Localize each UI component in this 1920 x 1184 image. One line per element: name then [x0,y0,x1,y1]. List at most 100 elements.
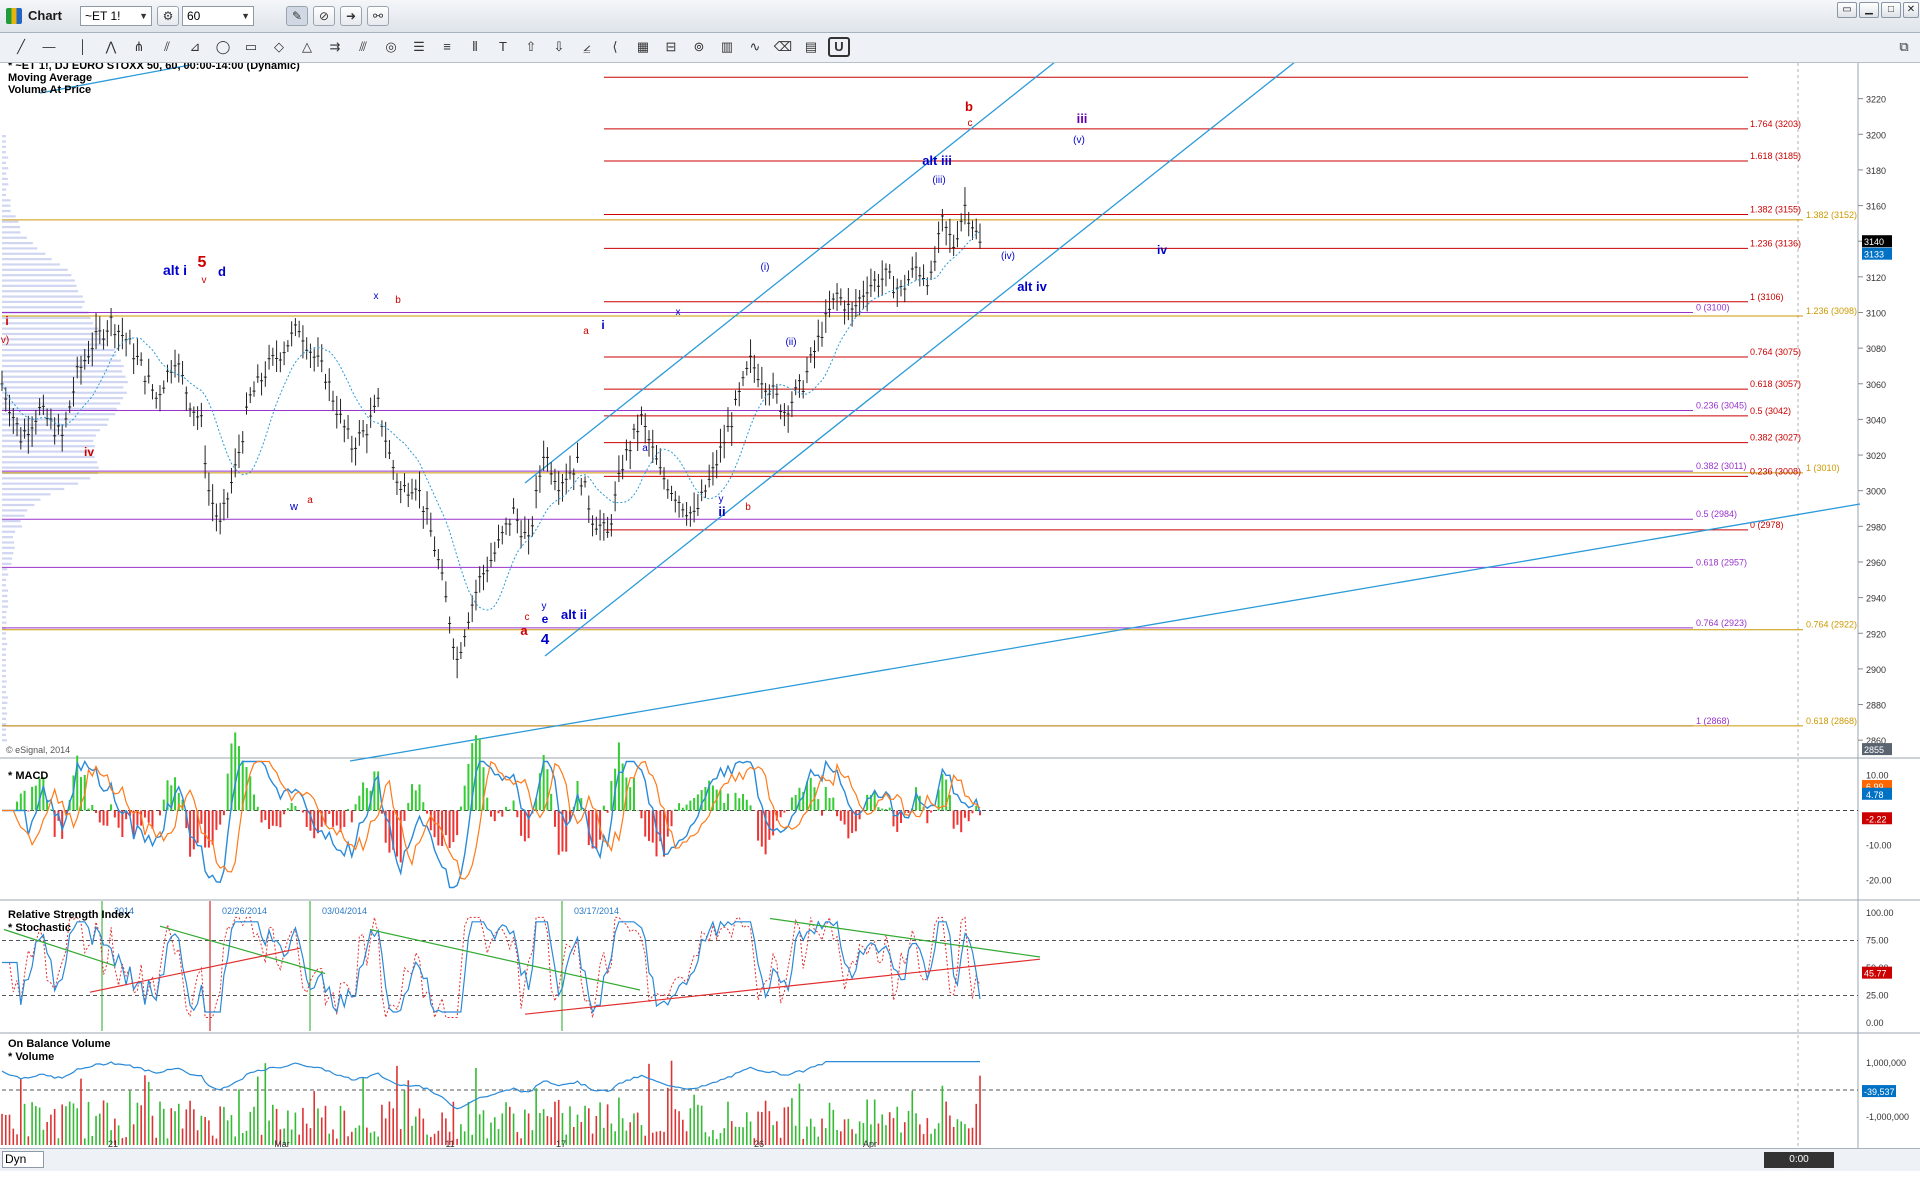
wave-label[interactable]: (iv) [1001,251,1015,262]
cursor-icon[interactable]: ⊘ [313,6,335,26]
pitchfork-tool-icon[interactable]: ⋔ [128,37,150,57]
fib-level-label: 0.236 (3008) [1750,466,1801,476]
wave-label[interactable]: e [542,612,549,626]
wave-label[interactable]: alt ii [561,607,587,622]
arrow-tool-icon[interactable]: ⇉ [324,37,346,57]
vap-bar [2,541,14,543]
symbol-link-icon[interactable]: ⚙ [157,6,179,26]
wave-label[interactable]: b [745,502,751,513]
pti-tool-icon[interactable]: ▥ [716,37,738,57]
volume-bar [893,1118,895,1145]
symbol-input[interactable]: ~ET 1!▼ [80,6,152,26]
close-icon[interactable]: ✕ [1903,2,1919,18]
wave-label[interactable]: y [542,601,547,612]
wave-label[interactable]: w [289,501,298,513]
wave-label[interactable]: x [374,291,379,302]
parallel-tool-icon[interactable]: ⫻ [352,37,374,57]
wave-label[interactable]: (v) [1073,135,1085,146]
volume-bar [972,1128,974,1145]
wave-label[interactable]: v [202,275,207,286]
wave-label[interactable]: alt iv [1017,279,1047,294]
wave-label[interactable]: x [676,307,681,318]
macd-histogram-bar [343,811,345,827]
forward-icon[interactable]: ➜ [340,6,362,26]
speed-line-tool-icon[interactable]: ⦤ [576,37,598,57]
volume-bar [422,1119,424,1145]
fib-extension-tool-icon[interactable]: ≡ [436,37,458,57]
magnet-tool-icon[interactable]: U [828,37,850,57]
mob-tool-icon[interactable]: ⊟ [660,37,682,57]
interval-input[interactable]: 60▼ [182,6,254,26]
vap-bar [2,739,7,741]
rectangle-tool-icon[interactable]: ▭ [240,37,262,57]
wave-label[interactable]: alt i [163,262,187,278]
arrow-up-tool-icon[interactable]: ⇧ [520,37,542,57]
elliott-wave-tool-icon[interactable]: ∿ [744,37,766,57]
volume-bar [524,1110,526,1145]
vertical-line-tool-icon[interactable]: │ [72,37,94,57]
wave-label[interactable]: iv [1157,243,1167,257]
grid-tool-icon[interactable]: ▦ [632,37,654,57]
wave-label[interactable]: (i) [761,262,770,273]
mode-field[interactable]: Dyn [2,1151,44,1168]
wave-label[interactable]: c [968,118,973,129]
fib-retracement-tool-icon[interactable]: ☰ [408,37,430,57]
wave-label[interactable]: a [520,623,528,638]
wave-label[interactable]: (ii) [785,337,796,348]
erase-drawings-icon[interactable]: ⌫ [772,37,794,57]
wave-label[interactable]: iii [1077,111,1088,126]
note-tool-icon[interactable]: ▤ [800,37,822,57]
wave-label[interactable]: d [218,264,226,279]
wave-label[interactable]: c [525,612,530,623]
fan-tool-icon[interactable]: ⊿ [184,37,206,57]
wave-label[interactable]: (iii) [932,175,945,186]
wave-label[interactable]: b [965,99,973,114]
vap-bar [2,247,37,249]
price-axis-tick: 3000 [1866,487,1886,497]
arrow-down-tool-icon[interactable]: ⇩ [548,37,570,57]
macd-histogram-bar [208,811,210,848]
detach-window-icon[interactable]: ⧉ [1893,37,1915,57]
macd-histogram-bar [31,787,33,811]
regression-tool-icon[interactable]: ⟨ [604,37,626,57]
target-tool-icon[interactable]: ◎ [380,37,402,57]
zigzag-tool-icon[interactable]: ⋀ [100,37,122,57]
fib-level-label: 1.236 (3136) [1750,238,1801,248]
volume-bar [908,1111,910,1145]
wave-label[interactable]: alt iii [922,153,952,168]
horizontal-line-tool-icon[interactable]: — [38,37,60,57]
volume-bar [772,1125,774,1145]
chart-area[interactable]: 1.764 (3203)1.618 (3185)1.382 (3155)1.38… [0,63,1920,1148]
wave-label[interactable]: 5 [198,254,207,271]
restore-icon[interactable]: ▭ [1837,2,1857,18]
maximize-icon[interactable]: □ [1881,2,1901,18]
triangle-tool-icon[interactable]: △ [296,37,318,57]
wave-label[interactable]: a [307,495,313,506]
link-icon[interactable]: ⚯ [367,6,389,26]
wave-label[interactable]: 4 [541,631,550,648]
macd-histogram-bar [798,788,800,811]
text-tool-icon[interactable]: T [492,37,514,57]
cycle-lines-tool-icon[interactable]: ⦀ [464,37,486,57]
eraser-tool-icon[interactable]: ◇ [268,37,290,57]
wave-tool-icon[interactable]: ⊚ [688,37,710,57]
wave-label[interactable]: i [5,314,8,328]
wave-label[interactable]: a [642,443,648,454]
draw-pencil-icon[interactable]: ✎ [286,6,308,26]
channel-tool-icon[interactable]: ⫽ [156,37,178,57]
minimize-icon[interactable]: ▁ [1859,2,1879,18]
trendline-tool-icon[interactable]: ╱ [10,37,32,57]
wave-label[interactable]: i [601,318,604,332]
volume-bar [945,1102,947,1145]
macd-histogram-bar [16,802,18,811]
macd-histogram-bar [501,811,503,817]
ellipse-tool-icon[interactable]: ◯ [212,37,234,57]
wave-label[interactable]: ii [718,504,725,519]
wave-label[interactable]: v) [1,335,9,346]
wave-label[interactable]: a [583,326,589,337]
volume-bar [186,1109,188,1145]
wave-label[interactable]: iv [84,445,94,459]
wave-label[interactable]: b [395,295,401,306]
volume-bar [675,1109,677,1145]
macd-histogram-bar [498,811,500,814]
